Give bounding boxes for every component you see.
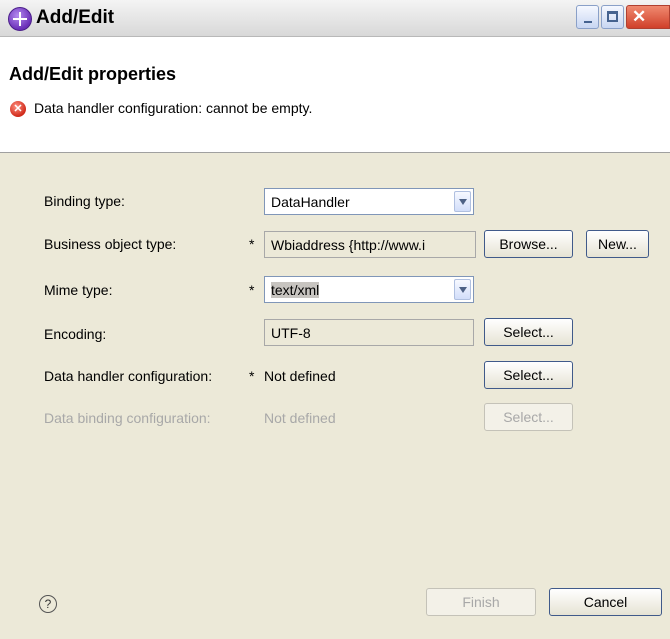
finish-button: Finish <box>426 588 536 616</box>
mime-type-select[interactable]: text/xml <box>264 276 474 303</box>
encoding-select-button[interactable]: Select... <box>484 318 573 346</box>
required-marker: * <box>249 368 255 384</box>
help-icon[interactable]: ? <box>39 595 57 613</box>
binding-type-label: Binding type: <box>44 193 125 209</box>
data-handler-config-label: Data handler configuration: <box>44 368 213 384</box>
window-title: Add/Edit <box>36 7 115 28</box>
dialog-footer: ? Finish Cancel <box>0 573 670 639</box>
data-binding-config-label: Data binding configuration: <box>44 410 211 426</box>
error-message: Data handler configuration: cannot be em… <box>34 100 313 116</box>
data-handler-config-value: Not defined <box>264 368 336 384</box>
title-bar[interactable]: Add/Edit <box>0 0 670 37</box>
required-marker: * <box>249 236 255 252</box>
dialog-header: Add/Edit properties ✕ Data handler confi… <box>0 37 670 153</box>
page-title: Add/Edit properties <box>9 64 177 84</box>
app-icon <box>8 7 32 31</box>
browse-button[interactable]: Browse... <box>484 230 573 258</box>
business-object-type-field[interactable]: Wbiaddress {http://www.i <box>264 231 476 258</box>
encoding-label: Encoding: <box>44 326 107 342</box>
maximize-icon[interactable] <box>601 5 624 29</box>
close-icon[interactable] <box>626 5 670 29</box>
required-marker: * <box>249 282 255 298</box>
business-object-type-value: Wbiaddress {http://www.i <box>271 237 426 253</box>
new-button[interactable]: New... <box>586 230 649 258</box>
encoding-value: UTF-8 <box>271 325 311 341</box>
data-binding-config-value: Not defined <box>264 410 336 426</box>
binding-type-value: DataHandler <box>271 194 350 210</box>
cancel-button[interactable]: Cancel <box>549 588 662 616</box>
data-binding-select-button: Select... <box>484 403 573 431</box>
encoding-field[interactable]: UTF-8 <box>264 319 474 346</box>
error-icon: ✕ <box>10 101 26 117</box>
chevron-down-icon[interactable] <box>454 279 471 300</box>
properties-form: Binding type: DataHandler Business objec… <box>0 153 670 573</box>
business-object-type-label: Business object type: <box>44 236 177 252</box>
mime-type-label: Mime type: <box>44 282 113 298</box>
binding-type-select[interactable]: DataHandler <box>264 188 474 215</box>
minimize-icon[interactable] <box>576 5 599 29</box>
mime-type-value: text/xml <box>271 282 320 298</box>
data-handler-select-button[interactable]: Select... <box>484 361 573 389</box>
add-edit-dialog: Add/Edit Add/Edit properties ✕ Data hand… <box>0 0 670 639</box>
chevron-down-icon[interactable] <box>454 191 471 212</box>
